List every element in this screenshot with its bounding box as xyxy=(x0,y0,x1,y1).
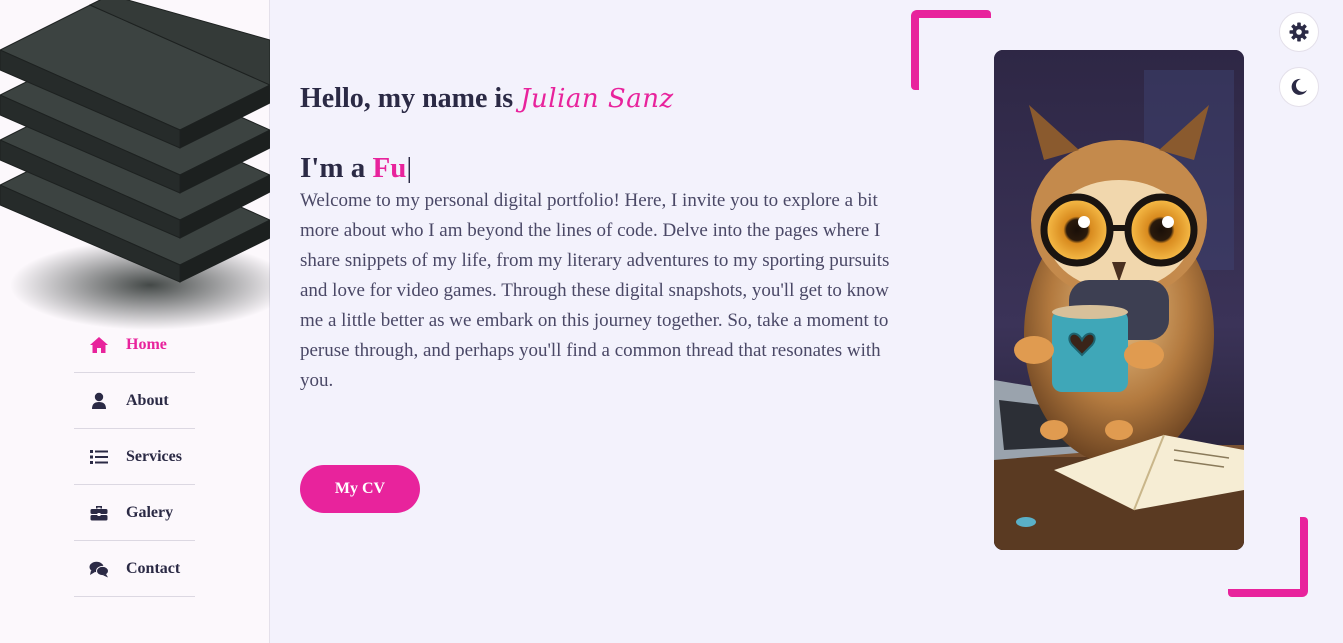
home-icon xyxy=(88,336,110,354)
typing-cursor: | xyxy=(406,152,413,185)
gear-icon xyxy=(1289,22,1309,42)
settings-button[interactable] xyxy=(1279,12,1319,52)
nav-item-about[interactable]: About xyxy=(74,374,195,429)
briefcase-icon xyxy=(88,504,110,522)
greeting-heading: Hello, my name is Julian Sanz xyxy=(300,83,674,115)
user-icon xyxy=(88,392,110,410)
nav-item-label: About xyxy=(126,392,169,409)
role-prefix: I'm a xyxy=(300,152,373,185)
my-cv-button[interactable]: My CV xyxy=(300,465,420,513)
nav-item-label: Home xyxy=(126,336,167,353)
sidebar: Home About Services Galery Contact xyxy=(0,0,270,643)
nav-item-label: Services xyxy=(126,448,182,465)
nav-item-home[interactable]: Home xyxy=(74,318,195,373)
moon-icon xyxy=(1291,78,1307,95)
main-nav: Home About Services Galery Contact xyxy=(74,318,195,598)
list-icon xyxy=(88,448,110,466)
nav-item-galery[interactable]: Galery xyxy=(74,486,195,541)
nav-item-label: Contact xyxy=(126,560,181,577)
nav-item-contact[interactable]: Contact xyxy=(74,542,195,597)
role-typed-text: Fu xyxy=(372,152,407,185)
greeting-text: Hello, my name is xyxy=(300,82,521,114)
role-heading: I'm a Fu| xyxy=(300,152,412,185)
stacked-blocks-logo xyxy=(0,0,270,330)
theme-toggle-button[interactable] xyxy=(1279,67,1319,107)
comments-icon xyxy=(88,560,110,578)
owl-portrait-image xyxy=(994,50,1244,550)
intro-paragraph: Welcome to my personal digital portfolio… xyxy=(300,190,890,391)
nav-item-label: Galery xyxy=(126,504,174,521)
owner-name: Julian Sanz xyxy=(520,83,674,114)
frame-corner-top-left xyxy=(911,10,991,90)
nav-item-services[interactable]: Services xyxy=(74,430,195,485)
